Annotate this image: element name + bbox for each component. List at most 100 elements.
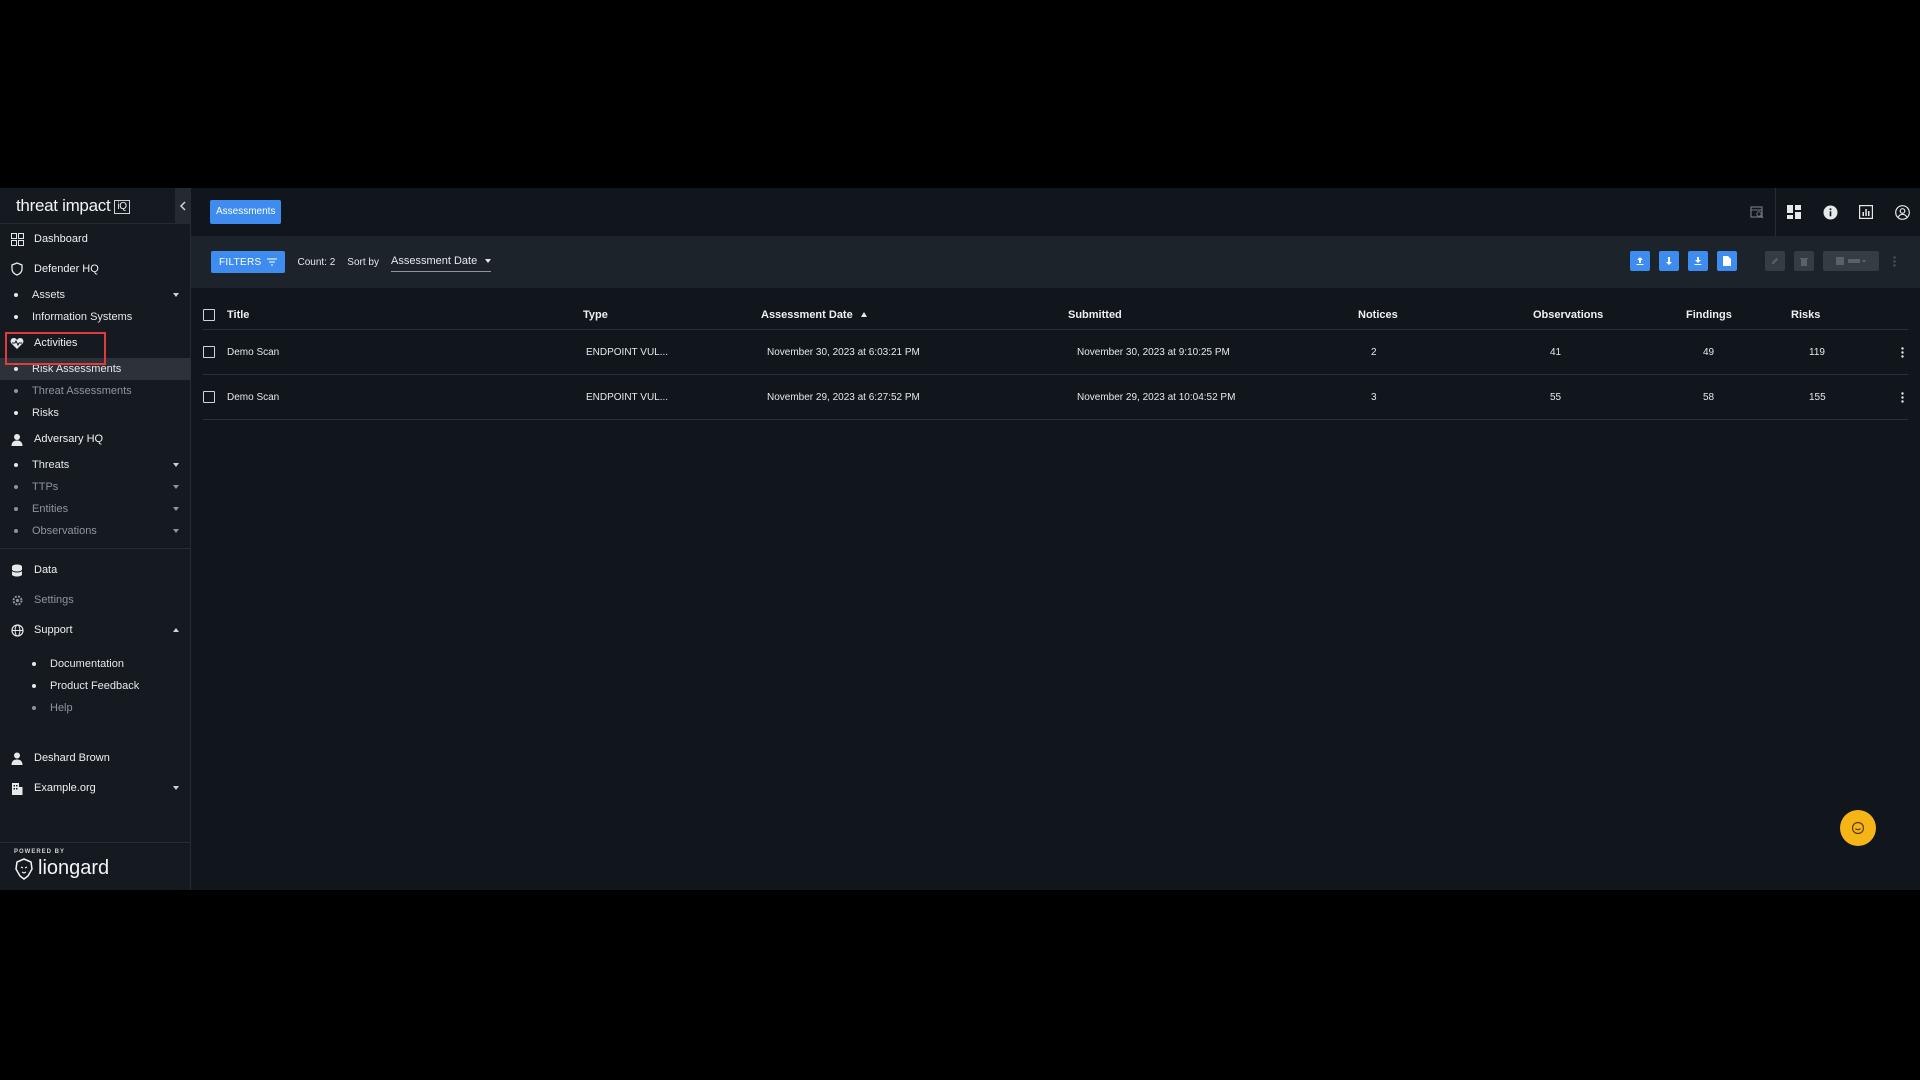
sidebar-item-adversary-hq[interactable]: Adversary HQ [0,424,191,454]
sidebar-item-label: Dashboard [34,233,88,245]
sidebar-item-label: Threats [32,459,70,471]
cell-title[interactable]: Demo Scan [227,347,279,358]
search-calendar-button[interactable] [1739,188,1775,236]
cell-findings: 49 [1703,346,1715,358]
building-icon [10,781,24,795]
column-header-submitted[interactable]: Submitted [1068,309,1122,321]
column-header-risks[interactable]: Risks [1791,309,1820,321]
sidebar-item-entities[interactable]: Entities [0,498,191,520]
filters-button[interactable]: FILTERS [211,251,286,273]
column-header-notices[interactable]: Notices [1358,309,1398,321]
cell-risks: 119 [1809,346,1825,358]
sidebar-item-defender-hq[interactable]: Defender HQ [0,254,191,284]
sidebar-item-settings[interactable]: Settings [0,585,191,615]
account-button[interactable] [1884,188,1920,236]
column-header-assessment-date[interactable]: Assessment Date [761,309,867,321]
table-row[interactable]: Demo Scan ENDPOINT VUL... November 29, 2… [203,375,1908,420]
reports-button[interactable] [1848,188,1884,236]
cell-submitted: November 30, 2023 at 9:10:25 PM [1077,346,1230,358]
chevron-down-icon[interactable] [173,507,179,511]
sidebar-item-label: Help [50,702,73,714]
powered-by-label: POWERED BY [14,849,66,855]
column-header-type[interactable]: Type [583,309,608,321]
sidebar-item-user[interactable]: Deshard Brown [0,743,191,773]
assessments-table: Title Type Assessment Date Submitted Not… [203,300,1908,420]
grid-view-button[interactable] [1776,188,1812,236]
sidebar-item-org[interactable]: Example.org [0,773,191,803]
sidebar-item-documentation[interactable]: Documentation [0,653,191,675]
tab-assessments[interactable]: Assessments [210,200,282,224]
sidebar-item-threats[interactable]: Threats [0,454,191,476]
sidebar-item-activities[interactable]: Activities [0,328,191,358]
sidebar-item-label: Information Systems [32,311,133,323]
chevron-down-icon[interactable] [173,529,179,533]
bulk-action-icon [1836,257,1866,265]
bullet-icon [14,411,18,415]
chevron-left-icon [179,201,186,211]
sidebar-item-dashboard[interactable]: Dashboard [0,224,191,254]
sidebar-item-risk-assessments[interactable]: Risk Assessments [0,358,191,380]
document-button[interactable] [1717,251,1737,271]
row-checkbox[interactable] [203,346,215,358]
sidebar-item-label: Activities [34,337,78,349]
sort-select[interactable]: Assessment Date [390,253,492,272]
chevron-down-icon[interactable] [173,485,179,489]
row-menu-button[interactable] [1896,387,1908,407]
sidebar-item-help[interactable]: Help [0,697,191,719]
sidebar: threat impact iQ Dashboard Defender HQ As… [0,188,191,890]
dashboard-grid-icon [1787,205,1801,219]
sidebar-item-ttps[interactable]: TTPs [0,476,191,498]
cell-observations: 41 [1550,346,1562,358]
column-header-findings[interactable]: Findings [1686,309,1732,321]
edit-button[interactable] [1765,251,1785,271]
bulk-action-button[interactable] [1823,251,1879,271]
user-secret-icon [10,432,24,446]
chevron-down-icon[interactable] [173,786,179,790]
sidebar-item-support[interactable]: Support [0,615,191,645]
chevron-down-icon[interactable] [173,463,179,467]
import-button[interactable] [1659,251,1679,271]
info-button[interactable] [1812,188,1848,236]
sort-ascending-icon [860,311,867,317]
edit-icon [1772,258,1778,264]
sidebar-item-threat-assessments[interactable]: Threat Assessments [0,380,191,402]
column-header-title[interactable]: Title [227,309,249,321]
logo[interactable]: threat impact iQ [16,196,130,216]
sidebar-item-data[interactable]: Data [0,555,191,585]
column-header-observations[interactable]: Observations [1533,309,1603,321]
row-menu-button[interactable] [1896,342,1908,362]
cell-title[interactable]: Demo Scan [227,392,279,403]
sidebar-item-information-systems[interactable]: Information Systems [0,306,191,328]
download-icon [1694,257,1702,265]
upload-button[interactable] [1630,251,1650,271]
liongard-logo[interactable]: liongard [14,857,176,880]
kebab-menu-icon [1900,391,1904,403]
select-all-checkbox[interactable] [203,308,215,321]
bullet-icon [14,315,18,319]
sidebar-item-observations[interactable]: Observations [0,520,191,542]
sidebar-item-label: Deshard Brown [34,752,110,764]
sidebar-item-product-feedback[interactable]: Product Feedback [0,675,191,697]
bullet-icon [14,389,18,393]
chevron-up-icon[interactable] [173,628,179,632]
chat-widget-button[interactable] [1840,810,1876,846]
lion-icon [15,857,33,880]
sidebar-item-label: Defender HQ [34,263,99,275]
row-checkbox[interactable] [203,391,215,403]
delete-button[interactable] [1794,251,1814,271]
upload-icon [1636,257,1644,265]
download-button[interactable] [1688,251,1708,271]
cell-notices: 3 [1371,391,1377,403]
user-circle-icon [1894,204,1910,220]
collapse-sidebar-button[interactable] [175,188,190,224]
chevron-down-icon [485,258,492,263]
sidebar-item-assets[interactable]: Assets [0,284,191,306]
sidebar-item-risks[interactable]: Risks [0,402,191,424]
dashboard-icon [10,232,24,246]
chevron-down-icon[interactable] [173,293,179,297]
toolbar-more-button[interactable] [1888,251,1900,271]
column-header-label: Assessment Date [761,308,853,321]
table-row[interactable]: Demo Scan ENDPOINT VUL... November 30, 2… [203,330,1908,375]
sidebar-item-label: Observations [32,525,97,537]
